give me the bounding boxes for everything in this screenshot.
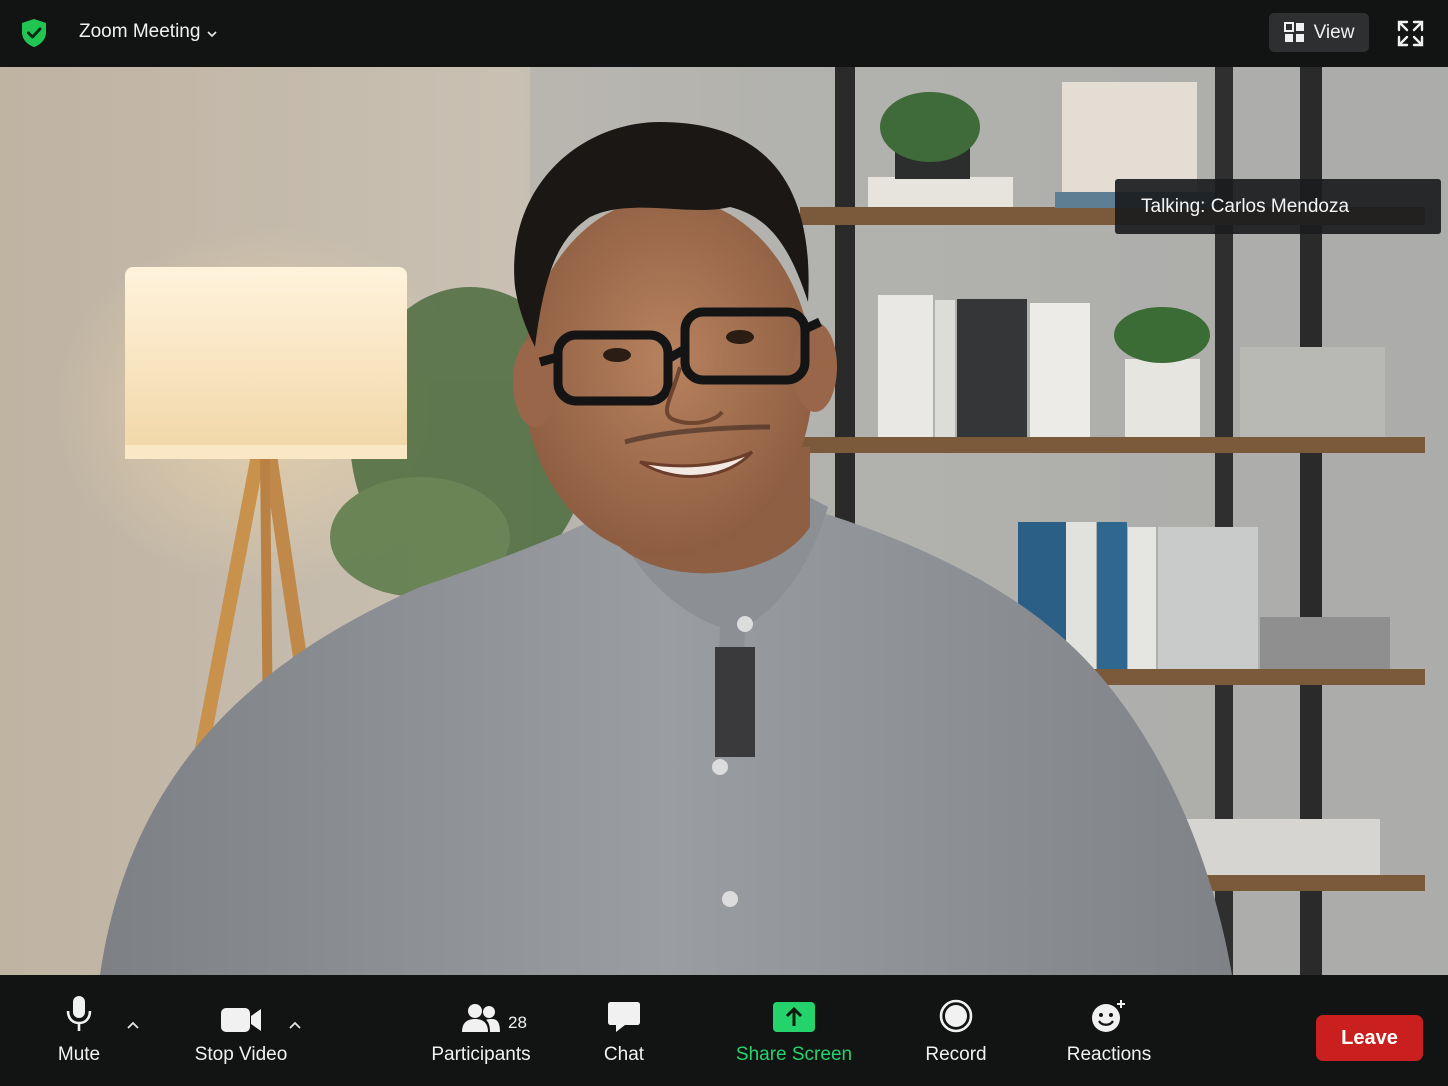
active-speaker-label: Talking: Carlos Mendoza (1115, 179, 1441, 234)
caret-up-icon (289, 1021, 301, 1029)
microphone-icon (66, 996, 92, 1031)
stop-video-label: Stop Video (194, 1044, 288, 1065)
meeting-title-menu[interactable]: Zoom Meeting (79, 21, 218, 43)
stop-video-button[interactable]: Stop Video (191, 975, 291, 1086)
video-camera-icon (221, 1008, 261, 1032)
share-screen-icon (773, 1002, 815, 1032)
participants-count-badge: 28 (508, 1013, 527, 1032)
participants-label: Participants (431, 1044, 531, 1065)
record-button[interactable]: Record (922, 975, 990, 1086)
participants-icon (462, 1004, 500, 1032)
meeting-title: Zoom Meeting (79, 21, 201, 42)
view-button[interactable]: View (1269, 13, 1369, 52)
leave-button[interactable]: Leave (1316, 1015, 1423, 1061)
view-label: View (1313, 21, 1355, 43)
share-screen-label: Share Screen (735, 1044, 853, 1065)
shield-check-icon[interactable] (20, 18, 48, 48)
meeting-controls: Mute Stop Video Participants 28 Chat Sha… (0, 975, 1448, 1086)
mute-label: Mute (57, 1044, 101, 1065)
record-icon (939, 999, 973, 1033)
record-label: Record (925, 1044, 987, 1065)
participant-video[interactable]: Talking: Carlos Mendoza (0, 67, 1448, 975)
chat-label: Chat (603, 1044, 645, 1065)
fullscreen-icon[interactable] (1396, 19, 1425, 48)
reactions-label: Reactions (1066, 1044, 1152, 1065)
share-screen-button[interactable]: Share Screen (734, 975, 854, 1086)
audio-options-caret[interactable] (123, 1015, 143, 1035)
chevron-down-icon (207, 30, 218, 37)
reactions-button[interactable]: Reactions (1064, 975, 1154, 1086)
video-options-caret[interactable] (285, 1015, 305, 1035)
top-bar: Zoom Meeting View (0, 0, 1448, 67)
grid-view-icon (1283, 22, 1304, 42)
chat-button[interactable]: Chat (597, 975, 651, 1086)
chat-bubble-icon (608, 1002, 640, 1032)
reactions-icon (1092, 1000, 1125, 1032)
mute-button[interactable]: Mute (47, 975, 111, 1086)
caret-up-icon (127, 1021, 139, 1029)
